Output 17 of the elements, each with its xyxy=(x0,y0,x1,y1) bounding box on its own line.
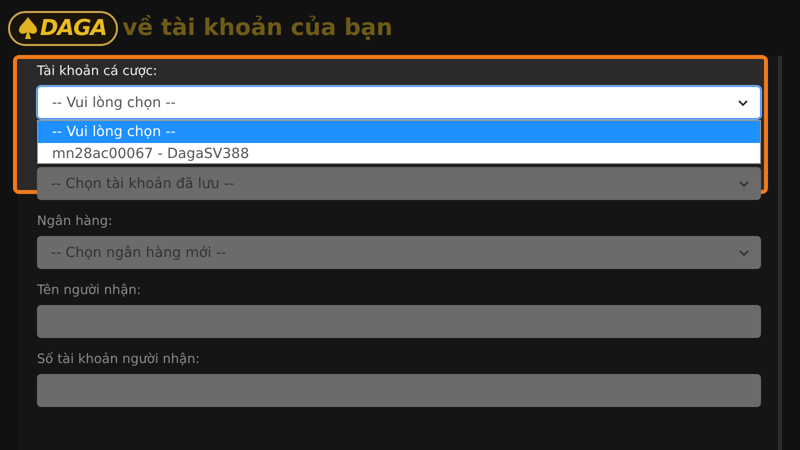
spade-icon xyxy=(18,16,38,40)
chevron-icon xyxy=(739,250,749,256)
field-label: Ngân hàng: xyxy=(37,214,114,229)
logo-text: DAGA xyxy=(40,16,106,40)
select-field[interactable]: -- Chọn tài khoản đã lưu -- xyxy=(37,167,761,200)
dropdown-option[interactable]: -- Vui lòng chọn -- xyxy=(38,121,760,143)
field-label: Số tài khoản người nhận: xyxy=(37,352,201,367)
input-field[interactable] xyxy=(37,305,761,338)
chevron-icon xyxy=(738,100,748,106)
chevron-icon xyxy=(739,180,749,186)
field-label: Tài khoản cá cược: xyxy=(37,64,158,79)
select-field[interactable]: -- Vui lòng chọn -- xyxy=(37,86,761,119)
field-label: Tên người nhận: xyxy=(37,283,142,298)
dropdown-option[interactable]: mn28ac00067 - DagaSV388 xyxy=(38,143,760,165)
page-heading: về tài khoản của bạn xyxy=(122,15,393,41)
select-field[interactable]: -- Chọn ngân hàng mới -- xyxy=(37,236,761,269)
input-field[interactable] xyxy=(37,374,761,407)
